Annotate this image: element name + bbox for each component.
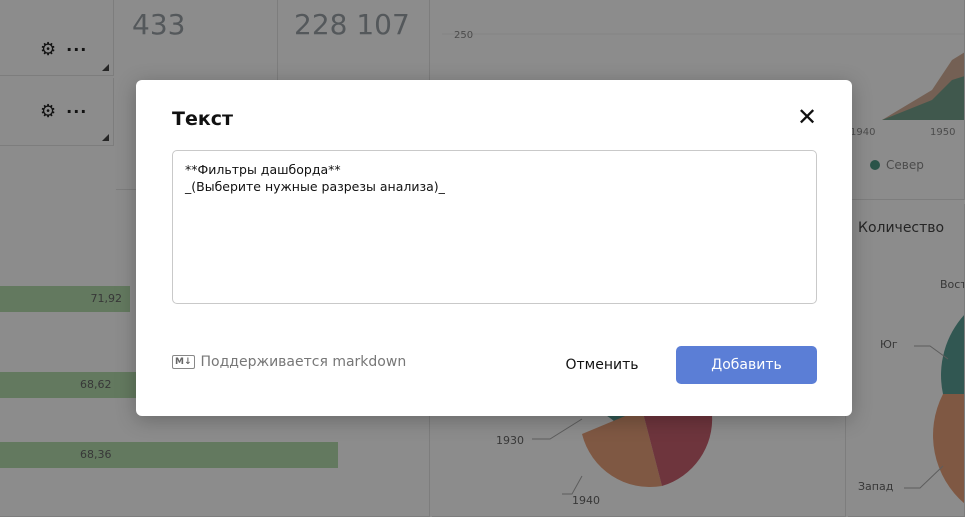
markdown-hint-text: Поддерживается markdown [200, 354, 407, 370]
dialog-title: Текст [172, 108, 234, 130]
text-input[interactable] [172, 150, 817, 304]
add-button[interactable]: Добавить [676, 346, 817, 384]
markdown-hint: M↓ Поддерживается markdown [172, 354, 406, 370]
markdown-icon: M↓ [172, 355, 195, 369]
text-widget-dialog: Текст ✕ M↓ Поддерживается markdown Отмен… [136, 80, 852, 416]
cancel-button[interactable]: Отменить [552, 346, 652, 384]
close-icon[interactable]: ✕ [792, 102, 822, 132]
